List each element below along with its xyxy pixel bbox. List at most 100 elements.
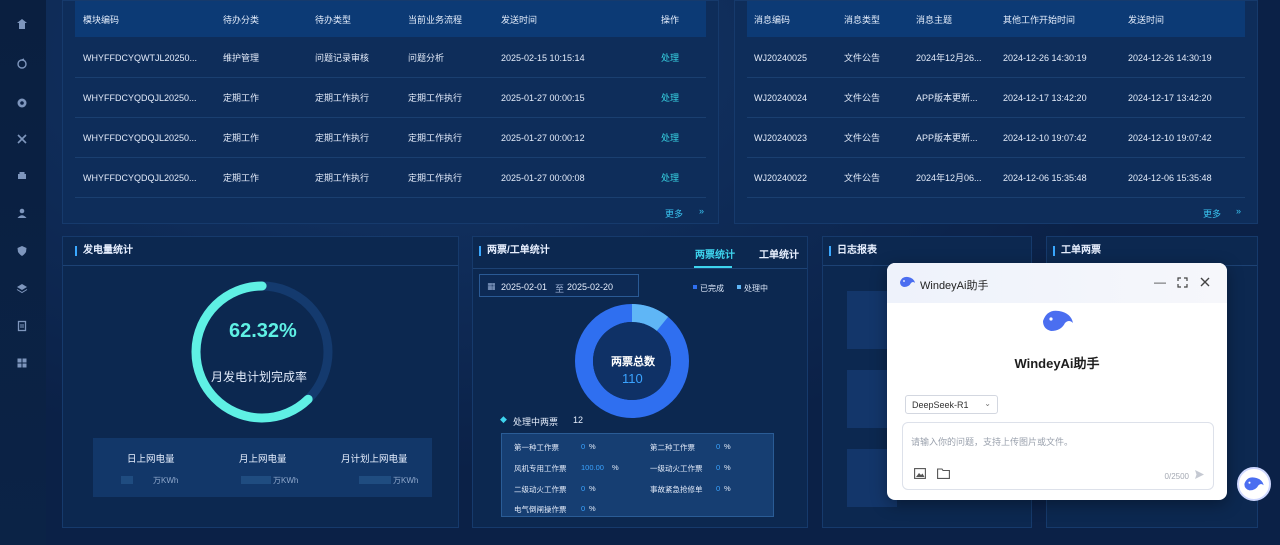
sidebar-recycle-icon[interactable] [14,56,30,72]
sidebar-user-icon[interactable] [14,205,30,221]
ai-input-placeholder: 请输入你的问题，支持上传图片或文件。 [911,437,1074,447]
folder-upload-icon[interactable] [937,468,950,481]
table-row: WJ20240025 文件公告 2024年12月26... 2024-12-26… [747,38,1245,78]
minimize-icon[interactable]: — [1153,275,1167,289]
diamond-icon: ◆ [500,414,507,424]
table-row: WHYFFDCYQDQJL20250... 定期工作 定期工作执行 定期工作执行… [75,118,706,158]
process-link[interactable]: 处理 [661,91,679,104]
sidebar-document-icon[interactable] [14,318,30,334]
todo-panel: 模块编码 待办分类 待办类型 当前业务流程 发送时间 操作 WHYFFDCYQW… [62,0,719,224]
table-row: WHYFFDCYQDQJL20250... 定期工作 定期工作执行 定期工作执行… [75,158,706,198]
message-cell: WJ20240023 [754,132,808,143]
message-cell: APP版本更新... [916,133,978,143]
stat-label: 日上网电量 [127,454,175,465]
sidebar-home-icon[interactable] [14,16,30,32]
todo-more-link[interactable]: 更多 [665,207,683,220]
power-panel-title: 发电量统计 [75,246,133,256]
sidebar-printer-icon[interactable] [14,168,30,184]
todo-cell: 2025-02-15 10:15:14 [501,52,585,63]
process-link[interactable]: 处理 [661,51,679,64]
ticket-type-label: 风机专用工作票 [514,464,567,473]
sidebar-tools-icon[interactable] [14,131,30,147]
ticket-type-label: 第二种工作票 [650,443,695,452]
model-select-value: DeepSeek-R1 [912,399,969,410]
message-more-link[interactable]: 更多 [1203,207,1221,220]
message-cell: WJ20240025 [754,52,808,63]
todo-cell: 问题分析 [408,53,445,63]
sidebar-grid-icon[interactable] [14,355,30,371]
image-upload-icon[interactable] [914,468,926,481]
date-range-picker[interactable]: ▦ 2025-02-01 至 2025-02-20 [479,274,639,297]
message-cell: 2024-12-26 14:30:19 [1003,52,1087,63]
ticket-type-value: 0 [716,442,721,451]
todo-cell: 定期工作执行 [408,93,463,103]
todo-cell: 定期工作执行 [315,173,370,183]
table-row: WHYFFDCYQWTJL20250... 维护管理 问题记录审核 问题分析 2… [75,38,706,78]
legend-label: 处理中 [744,284,768,293]
todo-cell: 定期工作 [223,133,260,143]
send-icon[interactable] [1194,469,1205,482]
chevron-down-icon: ⌄ [984,399,991,408]
message-cell: WJ20240022 [754,172,808,183]
message-cell: 2024年12月06... [916,173,982,183]
double-chevron-right-icon[interactable]: » [1236,206,1241,216]
divider [63,265,458,266]
message-cell: 2024年12月26... [916,53,982,63]
message-cell: WJ20240024 [754,92,808,103]
log-report-title: 日志报表 [829,246,877,256]
todo-cell: 定期工作执行 [315,93,370,103]
ticket-type-label: 第一种工作票 [514,443,559,452]
todo-cell: 2025-01-27 00:00:12 [501,132,585,143]
message-cell: 2024-12-10 19:07:42 [1128,132,1212,143]
message-cell: 2024-12-17 13:42:20 [1003,92,1087,103]
stat-label: 月计划上网电量 [341,454,408,465]
date-to[interactable]: 2025-02-20 [567,282,613,292]
work-tickets-title: 工单两票 [1053,246,1101,256]
tickets-panel: 两票/工单统计 两票统计 工单统计 ▦ 2025-02-01 至 2025-02… [472,236,808,528]
ai-question-input[interactable]: 请输入你的问题，支持上传图片或文件。 0/2500 [902,422,1214,490]
ticket-type-value: 100.00 [581,463,604,472]
message-cell: 2024-12-06 15:35:48 [1128,172,1212,183]
message-col-header: 消息类型 [844,14,881,25]
power-stats: 日上网电量 万KWh 月上网电量 万KWh 月计划上网电量 万KWh [93,438,432,497]
todo-cell: 定期工作执行 [315,133,370,143]
double-chevron-right-icon[interactable]: » [699,206,704,216]
table-row: WJ20240024 文件公告 APP版本更新... 2024-12-17 13… [747,78,1245,118]
ticket-type-value: 0 [581,442,586,451]
process-link[interactable]: 处理 [661,131,679,144]
message-col-header: 消息编码 [754,14,791,25]
todo-cell: WHYFFDCYQWTJL20250... [83,52,198,63]
ticket-type-unit: % [724,484,731,493]
ticket-type-value: 0 [581,484,586,493]
todo-col-header: 当前业务流程 [408,14,463,25]
sidebar-layers-icon[interactable] [14,280,30,296]
ticket-type-value: 0 [716,463,721,472]
todo-col-header: 待办分类 [223,14,260,25]
process-link[interactable]: 处理 [661,171,679,184]
model-select[interactable]: DeepSeek-R1 ⌄ [905,395,998,414]
table-row: WJ20240023 文件公告 APP版本更新... 2024-12-10 19… [747,118,1245,158]
table-row: WJ20240022 文件公告 2024年12月06... 2024-12-06… [747,158,1245,198]
ticket-type-unit: % [724,463,731,472]
sidebar-gear-icon[interactable] [14,95,30,111]
close-icon[interactable] [1198,275,1212,289]
stat-value-bar [121,476,133,484]
divider [473,268,807,269]
sidebar-shield-icon[interactable] [14,243,30,259]
todo-cell: 2025-01-27 00:00:15 [501,92,585,103]
todo-cell: WHYFFDCYQDQJL20250... [83,172,197,183]
message-cell: 文件公告 [844,93,881,103]
expand-icon[interactable] [1175,275,1189,289]
whale-logo-icon [900,276,915,287]
message-cell: 文件公告 [844,53,881,63]
date-from[interactable]: 2025-02-01 [501,282,547,292]
ai-assistant-fab[interactable] [1237,467,1271,501]
ticket-breakdown-grid: 第一种工作票 0 % 第二种工作票 0 % 风机专用工作票 100.00 % 一… [501,433,774,517]
donut-total: 110 [622,371,643,386]
tab-ticket-stats[interactable]: 两票统计 [695,246,735,261]
whale-logo-large-icon [1043,310,1073,331]
tab-work-order-stats[interactable]: 工单统计 [759,246,799,261]
message-cell: 2024-12-10 19:07:42 [1003,132,1087,143]
legend-dot-processing [737,285,741,289]
stat-unit: 万KWh [153,476,179,485]
